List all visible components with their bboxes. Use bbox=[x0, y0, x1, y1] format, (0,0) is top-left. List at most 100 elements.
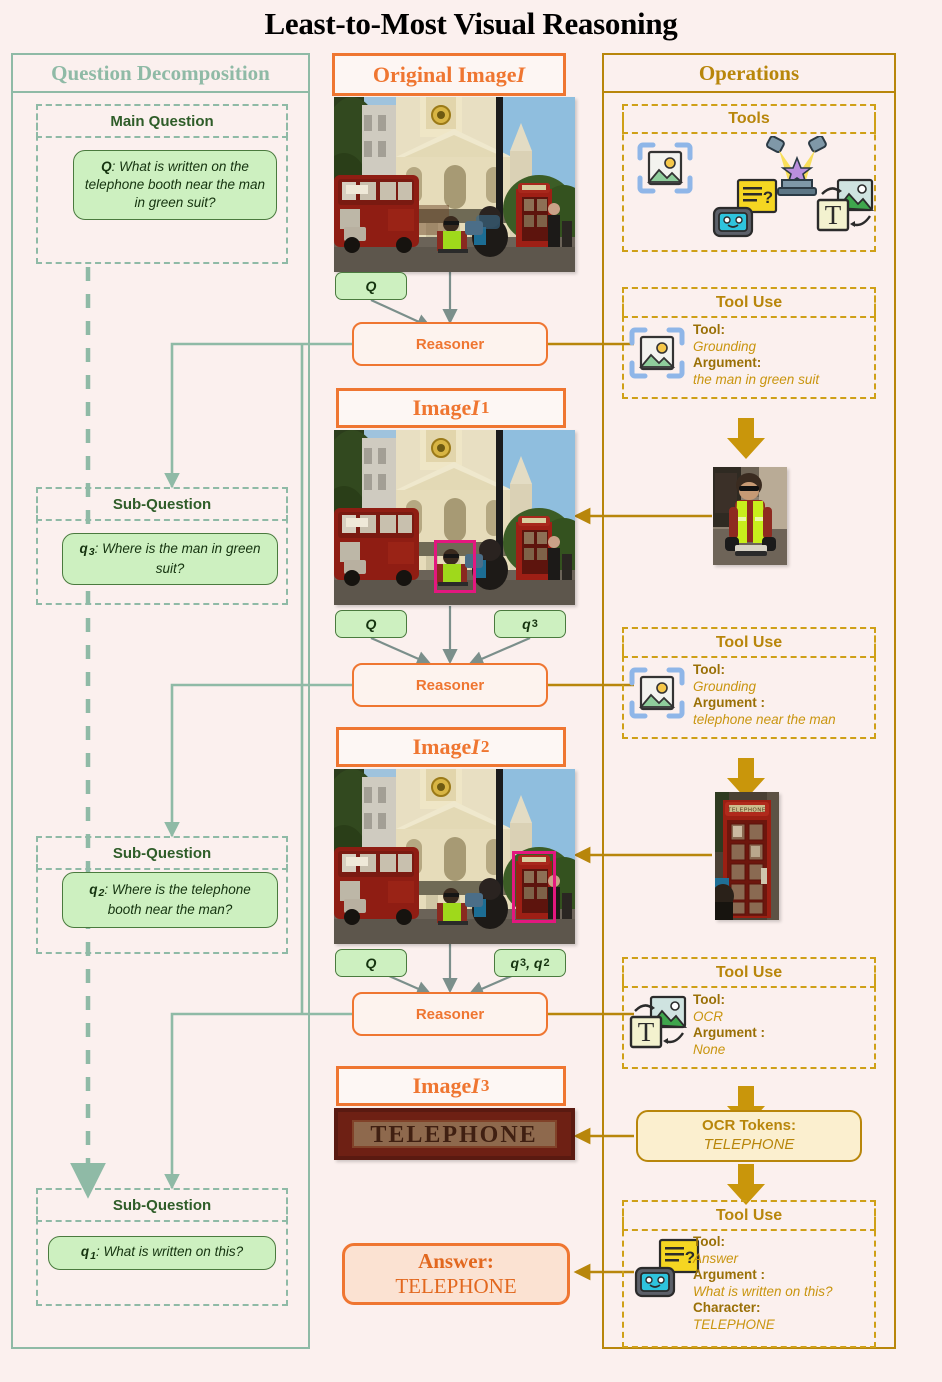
q32-tag-sep: , q bbox=[526, 955, 543, 971]
sub-question-1-heading-label: Sub-Question bbox=[112, 1196, 212, 1214]
q-tag-i1: Q bbox=[335, 610, 407, 638]
tool-use-3-body: Tool: OCR Argument : None bbox=[693, 992, 877, 1058]
tool-use-4-heading-label: Tool Use bbox=[715, 1206, 783, 1224]
operations-header: Operations bbox=[602, 53, 896, 93]
reasoner-2[interactable]: Reasoner bbox=[352, 663, 548, 707]
diagram-root: Least-to-Most Visual Reasoning Question … bbox=[0, 0, 942, 1382]
sub-question-2-text: Where is the telephone booth near the ma… bbox=[107, 882, 251, 917]
tool-use-3-tool-label: Tool: bbox=[693, 992, 725, 1007]
tool-use-3-tool-value: OCR bbox=[693, 1008, 723, 1024]
tool-use-3-heading: Tool Use bbox=[622, 957, 876, 988]
ocr-icon: T bbox=[816, 178, 874, 232]
reasoner-1[interactable]: Reasoner bbox=[352, 322, 548, 366]
image-i1-photo bbox=[334, 430, 575, 605]
q3-tag-i1-index: 3 bbox=[531, 618, 538, 630]
sub-question-1-bubble: q1: What is written on this? bbox=[48, 1236, 276, 1270]
crop-result-man bbox=[713, 467, 787, 565]
svg-text:TELEPHONE: TELEPHONE bbox=[728, 808, 766, 814]
q3-tag-i1: q3 bbox=[494, 610, 566, 638]
tool-use-1-body: Tool: Grounding Argument: the man in gre… bbox=[693, 322, 873, 388]
image-i2-caption: Image I2 bbox=[336, 727, 566, 767]
grounding-icon bbox=[637, 142, 693, 194]
q-tag-original: Q bbox=[335, 272, 407, 300]
sub-question-1-heading: Sub-Question bbox=[36, 1188, 288, 1222]
tool-use-2-heading-label: Tool Use bbox=[715, 633, 783, 651]
reasoner-1-label: Reasoner bbox=[415, 335, 485, 353]
answer-value: TELEPHONE bbox=[395, 1274, 517, 1298]
image-i3-caption: Image I3 bbox=[336, 1066, 566, 1106]
reasoner-3[interactable]: Reasoner bbox=[352, 992, 548, 1036]
sub-question-3-heading: Sub-Question bbox=[36, 487, 288, 521]
tools-heading-label: Tools bbox=[728, 110, 770, 127]
sub-question-2-heading-label: Sub-Question bbox=[112, 844, 212, 862]
ocr-tokens-label: OCR Tokens: bbox=[702, 1117, 796, 1135]
q-tag-i2-label: Q bbox=[365, 955, 377, 971]
sub-question-2-tag: q bbox=[89, 882, 98, 898]
sub-question-3-tag: q bbox=[79, 541, 88, 557]
tool-use-2-arg-label: Argument : bbox=[693, 695, 765, 711]
tool-use-4-arg-label: Argument : bbox=[693, 1267, 765, 1283]
tool-use-1-heading: Tool Use bbox=[622, 287, 876, 318]
image-i2-prefix: Image bbox=[412, 734, 472, 759]
svg-text:T: T bbox=[825, 200, 842, 230]
tool-use-4-arg-value: What is written on this? bbox=[693, 1283, 833, 1299]
q32-tag-b-index: 2 bbox=[543, 957, 550, 969]
tool-use-2-arg-value: telephone near the man bbox=[693, 711, 836, 727]
tool-use-3-arg-value: None bbox=[693, 1041, 726, 1057]
question-decomposition-header: Question Decomposition bbox=[11, 53, 310, 93]
tools-heading: Tools bbox=[622, 104, 876, 134]
tool-use-4-body: Tool: Answer Argument : What is written … bbox=[693, 1234, 877, 1334]
image-i3-prefix: Image bbox=[412, 1073, 472, 1098]
tool-use-2-body: Tool: Grounding Argument : telephone nea… bbox=[693, 662, 877, 728]
answer-box: Answer: TELEPHONE bbox=[342, 1243, 570, 1305]
tool-use-1-tool-label: Tool: bbox=[693, 322, 725, 337]
ocr-tokens-value: TELEPHONE bbox=[703, 1136, 795, 1153]
tool-use-4-heading: Tool Use bbox=[622, 1200, 876, 1231]
tool-use-2-heading: Tool Use bbox=[622, 627, 876, 658]
original-image-header: Original Image I bbox=[332, 53, 566, 96]
q-tag-i2: Q bbox=[335, 949, 407, 977]
tool-use-4-char-label: Character: bbox=[693, 1300, 761, 1316]
tool-use-2-tool-label: Tool: bbox=[693, 662, 725, 677]
image-i1-index: 1 bbox=[480, 398, 490, 417]
tool-use-3-ocr-icon: T bbox=[629, 995, 687, 1049]
sub-question-2-bubble: q2: Where is the telephone booth near th… bbox=[62, 872, 278, 928]
image-i1-caption: Image I1 bbox=[336, 388, 566, 428]
tool-use-4-tool-value: Answer bbox=[693, 1250, 739, 1266]
reasoner-2-label: Reasoner bbox=[415, 676, 485, 694]
image-i2-photo bbox=[334, 769, 575, 944]
sub-question-3-bubble: q3: Where is the man in green suit? bbox=[62, 533, 278, 585]
image-i3-photo: TELEPHONE bbox=[334, 1108, 575, 1160]
crop-result-telephone-booth: TELEPHONE bbox=[715, 792, 779, 920]
reasoner-3-label: Reasoner bbox=[415, 1005, 485, 1023]
tool-use-1-grounding-icon bbox=[629, 327, 685, 379]
tool-use-3-heading-label: Tool Use bbox=[715, 963, 783, 981]
image-i1-prefix: Image bbox=[412, 395, 472, 420]
bbox-telephone-booth bbox=[512, 851, 556, 923]
tool-use-4-answer-robot-icon: ? bbox=[634, 1238, 700, 1298]
tool-use-2-grounding-icon bbox=[629, 667, 685, 719]
q-tag-i1-label: Q bbox=[365, 616, 377, 632]
tool-use-1-heading-label: Tool Use bbox=[715, 293, 783, 311]
q32-tag-a: q bbox=[510, 955, 520, 971]
gold-down-arrow-1 bbox=[727, 418, 765, 459]
q32-tag-i2: q3, q2 bbox=[494, 949, 566, 977]
tool-use-2-tool-value: Grounding bbox=[693, 678, 757, 694]
tool-use-3-arg-label: Argument : bbox=[693, 1025, 765, 1041]
image-i3-index: 3 bbox=[480, 1076, 490, 1095]
original-header-symbol: I bbox=[516, 61, 526, 87]
image-i1-symbol: I bbox=[471, 395, 480, 420]
answer-label: Answer: bbox=[418, 1248, 494, 1273]
tool-use-1-arg-label: Argument: bbox=[693, 355, 762, 371]
sub-question-2-heading: Sub-Question bbox=[36, 836, 288, 870]
sub-question-1-tag: q bbox=[80, 1244, 90, 1260]
image-i3-symbol: I bbox=[471, 1073, 480, 1098]
image-i2-index: 2 bbox=[480, 737, 490, 756]
tool-use-1-arg-value: the man in green suit bbox=[693, 371, 820, 387]
q-tag-original-label: Q bbox=[365, 278, 377, 294]
svg-text:T: T bbox=[638, 1017, 655, 1047]
sub-question-3-text: Where is the man in green suit? bbox=[102, 541, 261, 576]
bbox-man-green-suit bbox=[434, 540, 476, 593]
main-question-bubble: Q: What is written on the telephone boot… bbox=[73, 150, 277, 220]
sub-question-1-index: 1 bbox=[90, 1249, 97, 1262]
